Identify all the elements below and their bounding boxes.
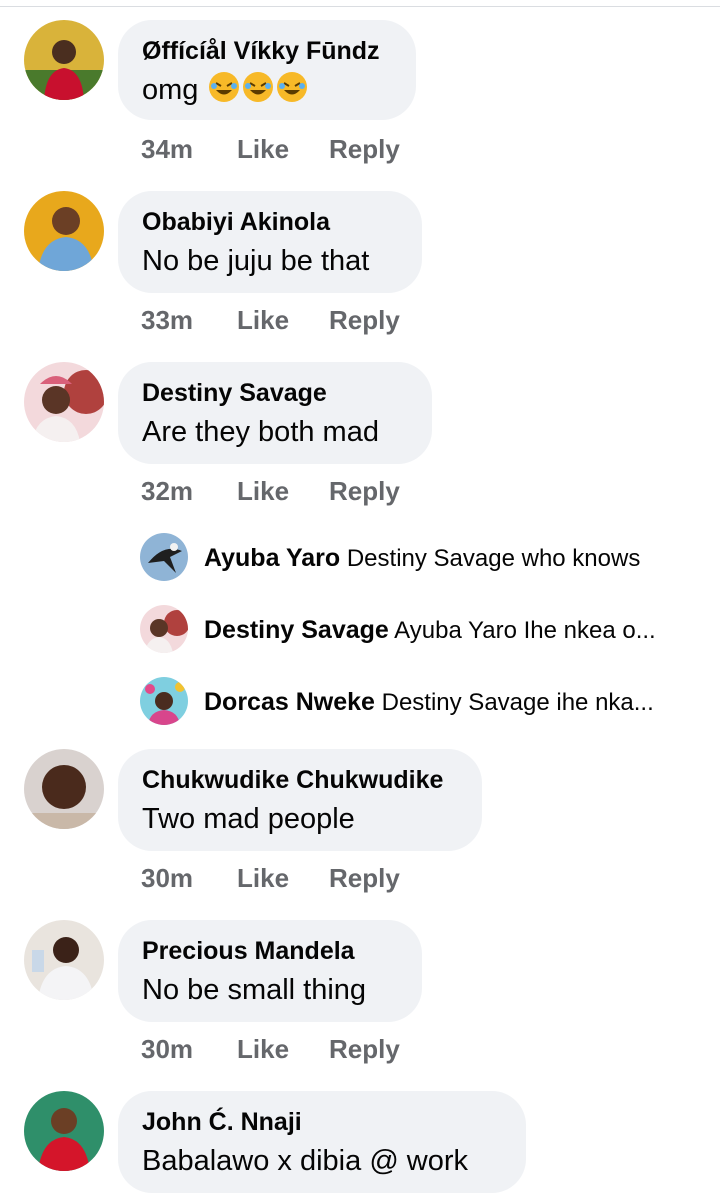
avatar[interactable]	[24, 191, 104, 271]
like-button[interactable]: Like	[237, 863, 289, 894]
comment-author[interactable]: John Ć. Nnaji	[142, 1107, 502, 1137]
comment-text-content: omg	[142, 74, 199, 106]
comment-text: omg	[142, 70, 392, 114]
comment-text: Two mad people	[142, 803, 355, 835]
comment-text: Are they both mad	[142, 416, 379, 448]
comment-time[interactable]: 34m	[141, 134, 193, 165]
comment-text: Babalawo x dibia @ work	[142, 1145, 469, 1177]
comment-bubble: Øffícíål Víkky Fūndz omg	[118, 20, 416, 120]
reply-author[interactable]: Ayuba Yaro	[204, 544, 340, 572]
comment-time[interactable]: 33m	[141, 305, 193, 336]
reply-author[interactable]: Destiny Savage	[204, 616, 389, 644]
comment-author[interactable]: Chukwudike Chukwudike	[142, 765, 458, 795]
comment-bubble: John Ć. Nnaji Babalawo x dibia @ work	[118, 1091, 526, 1193]
rolling-laughing-emoji-icon	[208, 71, 240, 114]
like-button[interactable]: Like	[237, 134, 289, 165]
comment-bubble: Obabiyi Akinola No be juju be that	[118, 191, 422, 293]
reply-button[interactable]: Reply	[329, 1034, 400, 1065]
comment-bubble: Destiny Savage Are they both mad	[118, 362, 432, 464]
rolling-laughing-emoji-icon	[242, 71, 274, 114]
avatar[interactable]	[140, 605, 188, 653]
avatar[interactable]	[24, 749, 104, 829]
top-divider	[0, 6, 720, 7]
avatar[interactable]	[24, 20, 104, 100]
reply-text: Dorcas Nweke Destiny Savage ihe nka...	[204, 687, 700, 718]
reply-button[interactable]: Reply	[329, 863, 400, 894]
comment-author[interactable]: Øffícíål Víkky Fūndz	[142, 36, 392, 66]
rolling-laughing-emoji-icon	[276, 71, 308, 114]
reply-text: Destiny Savage Ayuba Yaro Ihe nkea o...	[204, 615, 700, 646]
reply-preview[interactable]: Ayuba Yaro Destiny Savage who knows	[140, 533, 700, 583]
reply-content: Destiny Savage ihe nka...	[381, 689, 654, 716]
avatar[interactable]	[140, 533, 188, 581]
comment-time[interactable]: 30m	[141, 863, 193, 894]
comment-time[interactable]: 32m	[141, 476, 193, 507]
comment-bubble: Chukwudike Chukwudike Two mad people	[118, 749, 482, 851]
avatar[interactable]	[140, 677, 188, 725]
comment-author[interactable]: Destiny Savage	[142, 378, 408, 408]
reply-author[interactable]: Dorcas Nweke	[204, 688, 375, 716]
reply-preview[interactable]: Destiny Savage Ayuba Yaro Ihe nkea o...	[140, 605, 700, 655]
avatar[interactable]	[24, 362, 104, 442]
comment-time[interactable]: 30m	[141, 1034, 193, 1065]
reply-preview[interactable]: Dorcas Nweke Destiny Savage ihe nka...	[140, 677, 700, 727]
like-button[interactable]: Like	[237, 1034, 289, 1065]
like-button[interactable]: Like	[237, 476, 289, 507]
reply-button[interactable]: Reply	[329, 476, 400, 507]
comment-bubble: Precious Mandela No be small thing	[118, 920, 422, 1022]
comment-author[interactable]: Precious Mandela	[142, 936, 398, 966]
comment-author[interactable]: Obabiyi Akinola	[142, 207, 398, 237]
reply-button[interactable]: Reply	[329, 305, 400, 336]
like-button[interactable]: Like	[237, 305, 289, 336]
avatar[interactable]	[24, 920, 104, 1000]
comment-text: No be juju be that	[142, 245, 370, 277]
reply-content: Destiny Savage who knows	[346, 545, 641, 572]
reply-text: Ayuba Yaro Destiny Savage who knows	[204, 543, 700, 574]
reply-content: Ayuba Yaro Ihe nkea o...	[394, 617, 656, 644]
avatar[interactable]	[24, 1091, 104, 1171]
comment-text: No be small thing	[142, 974, 367, 1006]
reply-button[interactable]: Reply	[329, 134, 400, 165]
